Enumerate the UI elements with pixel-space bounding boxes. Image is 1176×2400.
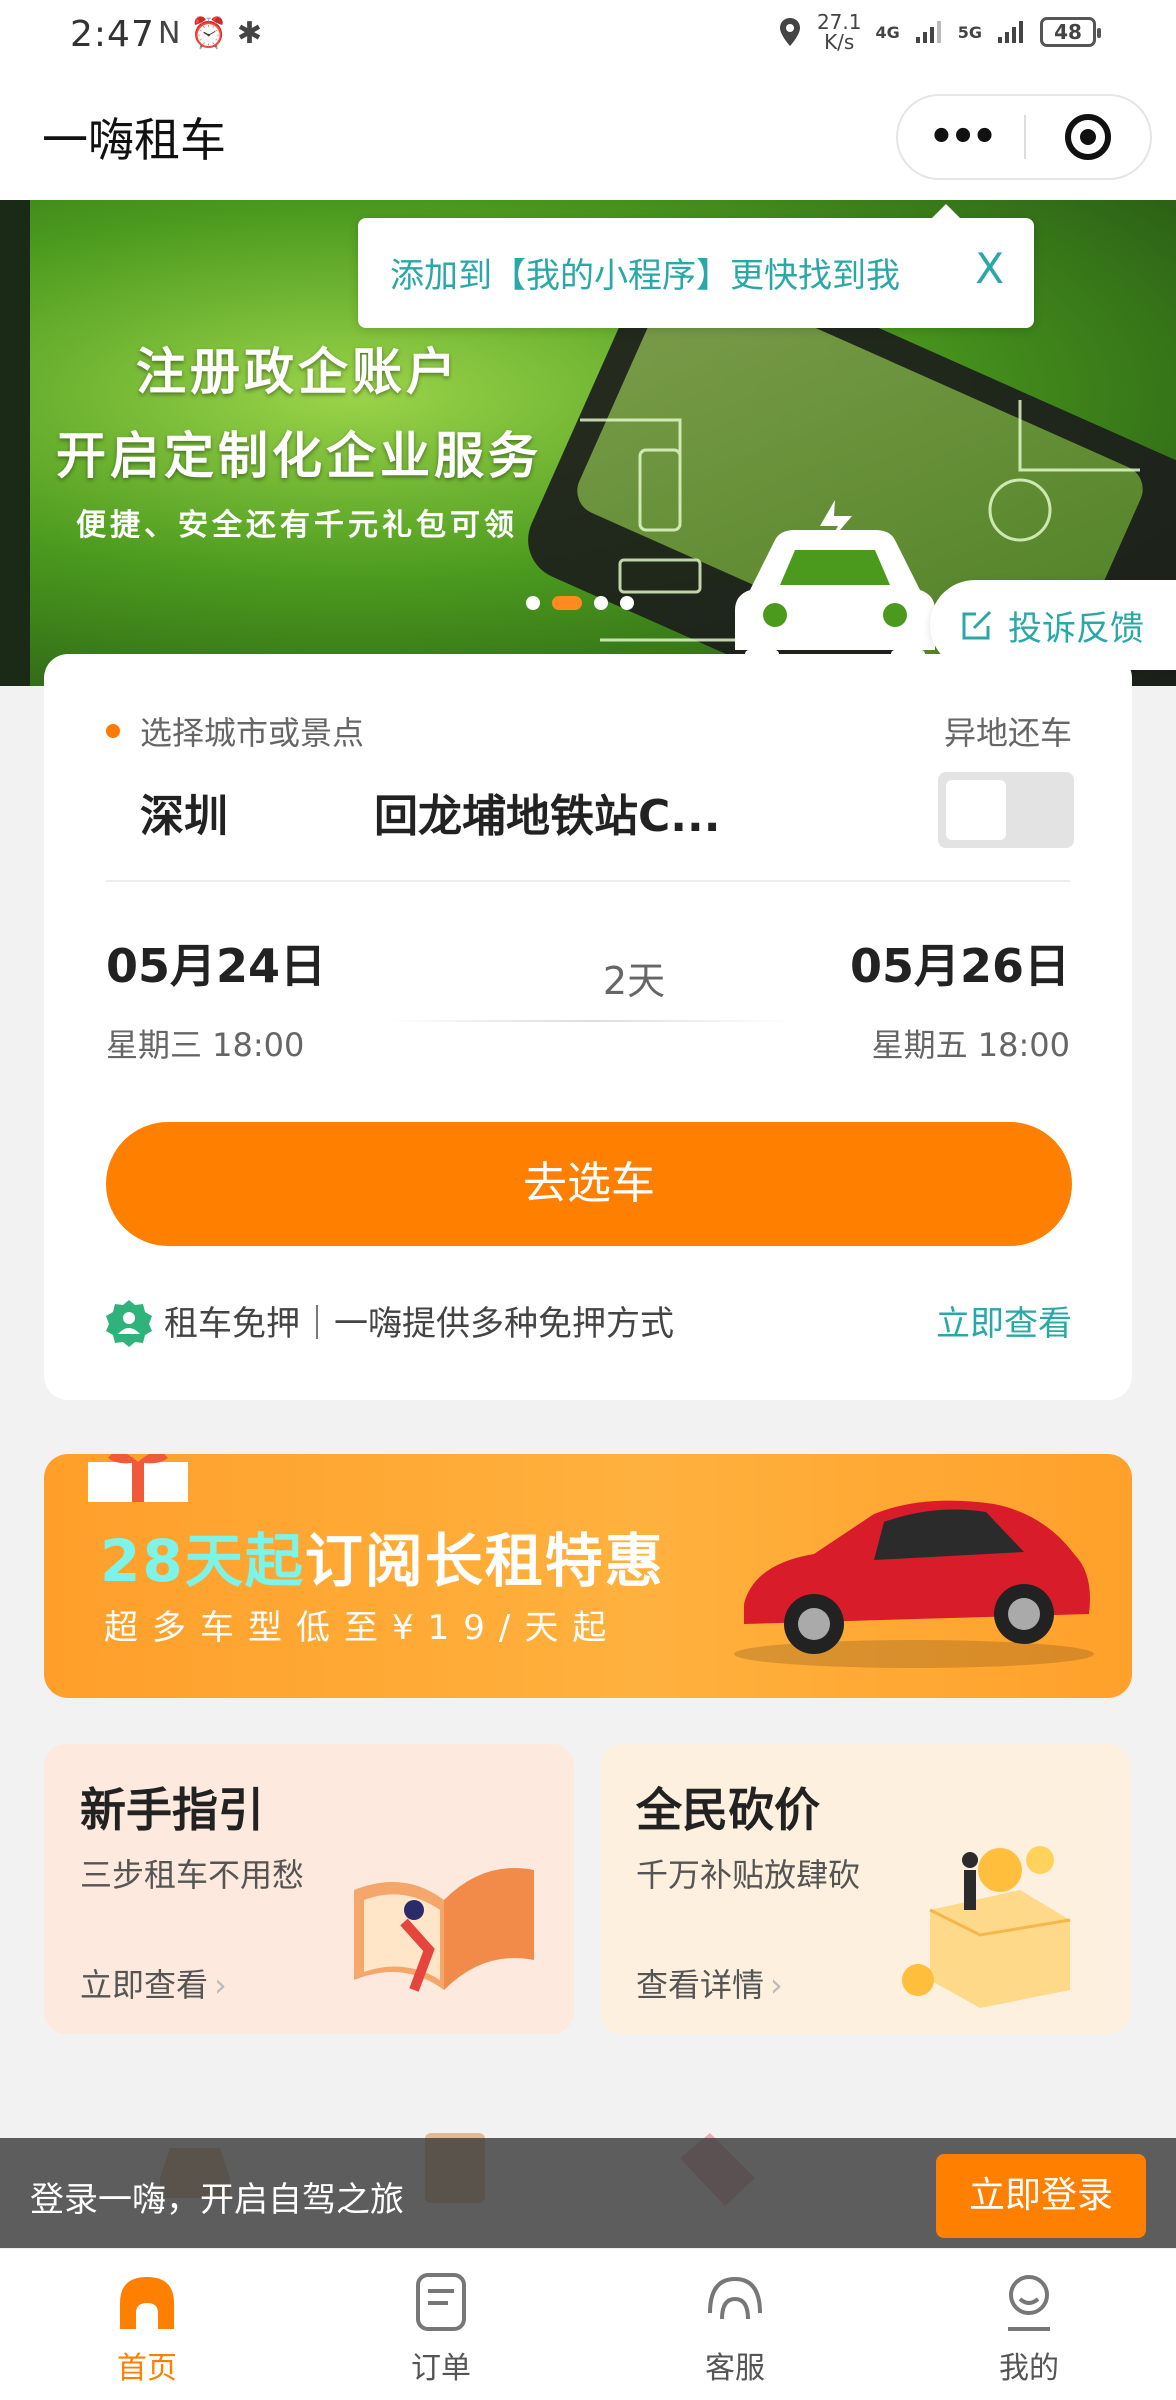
book-illustration	[354, 1868, 534, 1992]
login-prompt-bar: 登录一嗨，开启自驾之旅 立即登录	[0, 2138, 1176, 2248]
login-button[interactable]: 立即登录	[936, 2154, 1146, 2238]
bargain-link[interactable]: 查看详情 ›	[636, 1960, 783, 2006]
status-time: 2:47	[70, 14, 155, 55]
status-right-group: 27.1 K/s 4G 5G 48	[777, 12, 1101, 52]
location-dot-icon	[106, 724, 120, 738]
carousel-indicator	[526, 596, 634, 610]
close-miniprogram-button[interactable]	[1026, 96, 1150, 178]
city-selector[interactable]: 深圳	[140, 780, 228, 844]
app-header: 一嗨租车 •••	[0, 70, 1176, 200]
network-4g: 4G	[875, 22, 900, 42]
network-speed: 27.1 K/s	[817, 12, 862, 52]
card-divider	[106, 880, 1070, 882]
guide-link-label: 立即查看	[80, 1966, 209, 2004]
guide-link[interactable]: 立即查看 ›	[80, 1960, 227, 2006]
choose-car-button[interactable]: 去选车	[106, 1122, 1072, 1246]
deposit-view-link[interactable]: 立即查看	[936, 1296, 1072, 1345]
banner-subline: 便捷、安全还有千元礼包可领	[76, 508, 518, 543]
status-left-icons: N ⏰ ✱	[158, 16, 263, 51]
pickup-time[interactable]: 星期三 18:00	[106, 1020, 304, 1066]
promo-title: 28天起订阅长租特惠	[100, 1514, 665, 1598]
tab-profile[interactable]: 我的	[882, 2249, 1176, 2400]
duration-line	[384, 1020, 794, 1022]
deposit-free-text: 租车免押｜一嗨提供多种免押方式	[164, 1304, 674, 1344]
page-title: 一嗨租车	[42, 113, 226, 167]
chevron-right-icon: ›	[214, 1966, 227, 2004]
battery-indicator: 48	[1040, 17, 1101, 47]
login-prompt-text: 登录一嗨，开启自驾之旅	[30, 2180, 404, 2220]
beginner-guide-card[interactable]: 新手指引 三步租车不用愁 立即查看 ›	[44, 1744, 574, 2034]
chevron-right-icon: ›	[770, 1966, 783, 2004]
red-car-image	[734, 1500, 1094, 1668]
tab-home[interactable]: 首页	[0, 2249, 294, 2400]
gift-icon	[88, 1454, 188, 1502]
car-icon	[735, 500, 935, 672]
guide-subtitle: 三步租车不用愁	[80, 1856, 305, 1894]
carousel-dot-active[interactable]	[552, 596, 582, 610]
profile-icon	[1008, 2275, 1050, 2331]
tooltip-text: 添加到【我的小程序】更快找到我	[390, 256, 900, 296]
long-rent-promo-banner[interactable]: 28天起订阅长租特惠 超多车型低至¥19/天起	[44, 1454, 1132, 1698]
promo-title-rest: 订阅长租特惠	[304, 1527, 665, 1595]
station-selector[interactable]: 回龙埔地铁站C...	[374, 780, 794, 844]
bargain-subtitle: 千万补贴放肆砍	[636, 1856, 861, 1894]
status-bar: 2:47 N ⏰ ✱ 27.1 K/s 4G 5G 48	[0, 0, 1176, 70]
tab-orders[interactable]: 订单	[294, 2249, 588, 2400]
more-menu-button[interactable]: •••	[898, 96, 1024, 178]
tab-service-label: 客服	[705, 2351, 765, 2386]
signal-icon	[915, 21, 941, 43]
carousel-dot[interactable]	[526, 596, 540, 610]
coin-box-illustration	[902, 1846, 1071, 2008]
location-hint: 选择城市或景点	[140, 714, 365, 752]
edit-icon	[962, 610, 992, 640]
promo-subtitle: 超多车型低至¥19/天起	[104, 1608, 621, 1648]
tab-profile-label: 我的	[999, 2351, 1059, 2386]
network-5g: 5G	[957, 22, 982, 42]
signal-icon-2	[998, 21, 1023, 43]
bottom-tab-bar: 首页 订单 客服 我的	[0, 2248, 1176, 2400]
different-return-toggle[interactable]	[938, 772, 1074, 848]
add-miniprogram-tooltip: 添加到【我的小程序】更快找到我 X	[358, 204, 1034, 328]
different-return-label: 异地还车	[943, 714, 1072, 752]
deposit-free-icon	[106, 1300, 152, 1347]
speed-value: 27.1	[816, 10, 862, 34]
tab-home-label: 首页	[117, 2351, 177, 2386]
toggle-knob	[946, 780, 1006, 840]
home-icon	[120, 2277, 174, 2329]
location-icon	[779, 18, 800, 46]
banner-headline-2: 开启定制化企业服务	[56, 427, 542, 485]
promo-highlight: 28天起	[100, 1527, 305, 1595]
target-icon	[1064, 114, 1111, 160]
guide-title: 新手指引	[80, 1783, 264, 1837]
return-date[interactable]: 05月26日	[850, 930, 1070, 996]
tooltip-close-button[interactable]: X	[975, 244, 1004, 293]
bargain-card[interactable]: 全民砍价 千万补贴放肆砍 查看详情 ›	[600, 1744, 1130, 2034]
feedback-label: 投诉反馈	[1008, 608, 1144, 649]
rental-duration: 2天	[602, 959, 666, 1003]
speed-unit: K/s	[824, 30, 855, 54]
carousel-dot[interactable]	[594, 596, 608, 610]
tab-service[interactable]: 客服	[588, 2249, 882, 2400]
headset-icon	[708, 2276, 762, 2320]
bargain-title: 全民砍价	[636, 1783, 820, 1837]
order-icon	[416, 2273, 466, 2331]
tab-orders-label: 订单	[411, 2351, 471, 2386]
banner-headline-1: 注册政企账户	[136, 343, 460, 401]
carousel-dot[interactable]	[620, 596, 634, 610]
return-time[interactable]: 星期五 18:00	[872, 1020, 1070, 1066]
pickup-date[interactable]: 05月24日	[106, 930, 326, 996]
banner-edge	[0, 200, 30, 686]
bargain-link-label: 查看详情	[636, 1966, 765, 2004]
booking-card: 选择城市或景点 异地还车 深圳 回龙埔地铁站C... 05月24日 星期三 18…	[44, 654, 1132, 1400]
miniprogram-capsule: •••	[896, 94, 1152, 180]
